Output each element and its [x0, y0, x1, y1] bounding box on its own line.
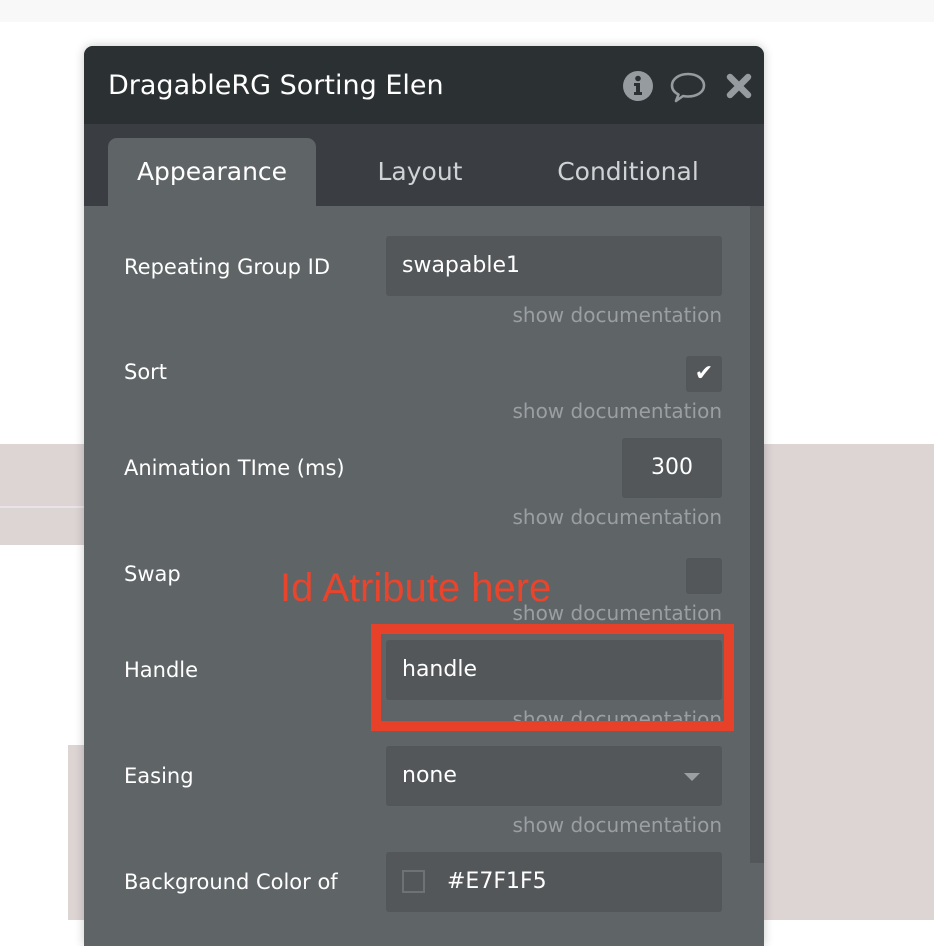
checkmark-icon: ✔	[694, 361, 714, 386]
info-icon[interactable]	[622, 70, 654, 102]
repeating-group-id-input[interactable]: swapable1	[386, 236, 722, 296]
sort-doc-link[interactable]: show documentation	[512, 398, 722, 424]
panel-title: DragableRG Sorting Elen	[108, 70, 444, 101]
easing-selected-value: none	[402, 763, 457, 788]
easing-doc-link[interactable]: show documentation	[512, 812, 722, 838]
chevron-down-icon	[684, 773, 700, 781]
sort-checkbox[interactable]: ✔	[686, 356, 722, 392]
animation-time-input[interactable]: 300	[622, 438, 722, 498]
panel-scrollbar[interactable]	[750, 206, 764, 863]
background-color-value: #E7F1F5	[447, 869, 547, 894]
repeating-group-id-doc-link[interactable]: show documentation	[512, 302, 722, 328]
animation-time-label: Animation TIme (ms)	[124, 456, 345, 480]
tab-layout[interactable]: Layout	[320, 138, 520, 206]
tab-conditional[interactable]: Conditional	[524, 138, 732, 206]
annotation-text: Id Atribute here	[280, 566, 552, 610]
handle-label: Handle	[124, 658, 199, 682]
panel-titlebar[interactable]: DragableRG Sorting Elen	[84, 46, 764, 124]
property-editor-panel: DragableRG Sorting Elen Appearance Layou…	[84, 46, 764, 946]
close-icon[interactable]	[724, 70, 754, 102]
tab-appearance[interactable]: Appearance	[108, 138, 316, 206]
color-swatch[interactable]	[402, 870, 425, 893]
easing-label: Easing	[124, 764, 194, 788]
swap-checkbox[interactable]: ✔	[686, 558, 722, 594]
background-color-input[interactable]: #E7F1F5	[386, 852, 722, 912]
canvas-element-left	[68, 745, 84, 920]
swap-label: Swap	[124, 562, 181, 586]
background-color-label: Background Color of	[124, 870, 338, 894]
comment-icon[interactable]	[668, 70, 708, 104]
annotation-highlight-box	[371, 624, 734, 731]
sort-label: Sort	[124, 360, 168, 384]
tab-bar: Appearance Layout Conditional	[84, 124, 764, 206]
top-strip	[0, 0, 934, 22]
easing-dropdown[interactable]: none	[386, 746, 722, 806]
canvas-element-right	[764, 444, 934, 920]
repeating-group-id-label: Repeating Group ID	[124, 255, 331, 279]
animation-time-doc-link[interactable]: show documentation	[512, 504, 722, 530]
